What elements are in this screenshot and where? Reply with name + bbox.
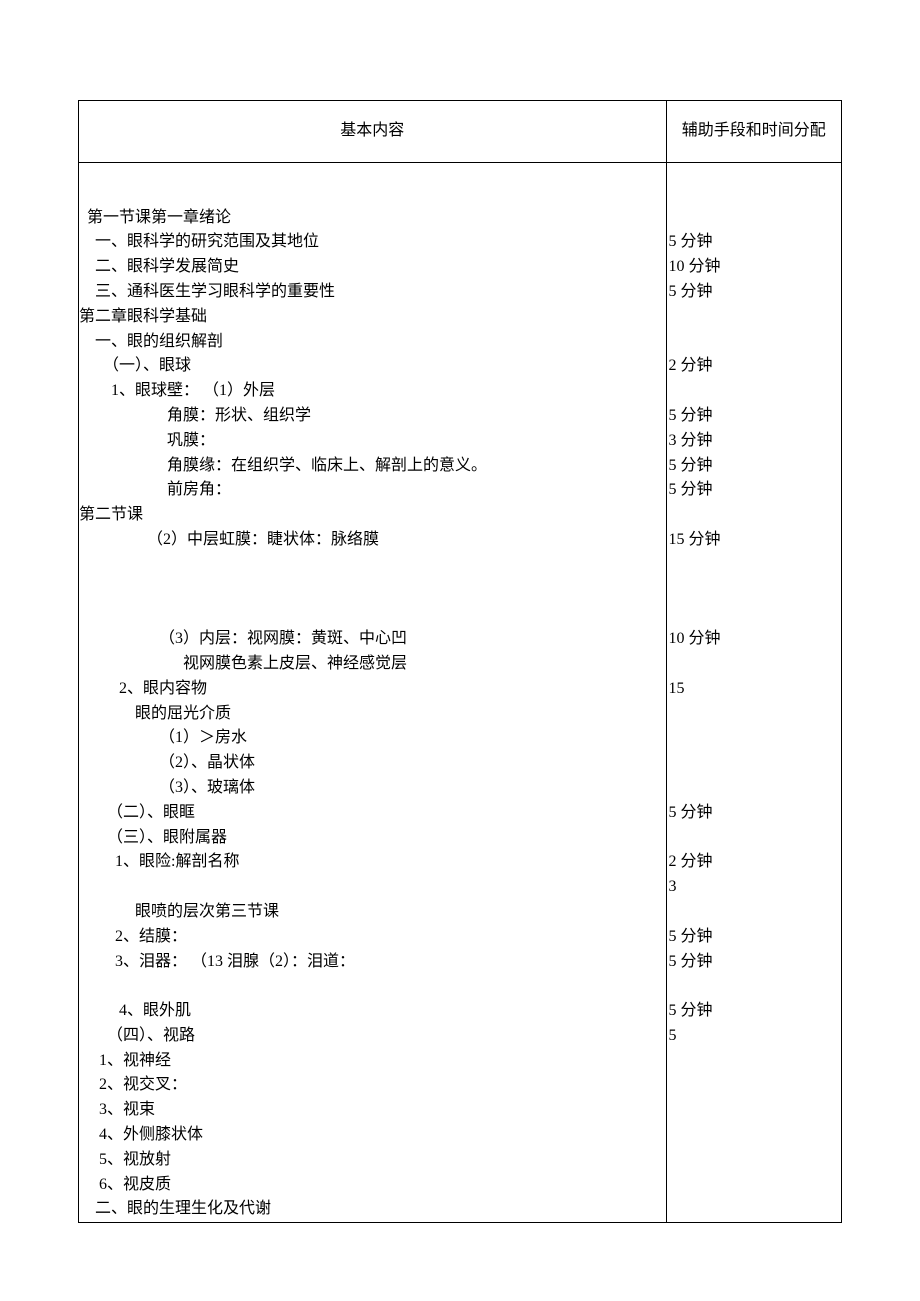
- content-line: 一、眼科学的研究范围及其地位: [79, 230, 666, 255]
- content-line: （一）、眼球: [79, 354, 666, 379]
- content-line: 眼喷的层次第三节课: [79, 900, 666, 925]
- time-line: [669, 503, 842, 528]
- content-line: （二）、眼眶: [79, 801, 666, 826]
- time-line: 5 分钟: [669, 230, 842, 255]
- time-line: [669, 726, 842, 751]
- time-line: [669, 776, 842, 801]
- time-line: [669, 181, 842, 206]
- time-line: [669, 826, 842, 851]
- time-line: [669, 751, 842, 776]
- content-line: 视网膜色素上皮层、神经感觉层: [79, 652, 666, 677]
- content-line: 第二章眼科学基础: [79, 305, 666, 330]
- content-line: 二、眼科学发展简史: [79, 255, 666, 280]
- time-line: [669, 900, 842, 925]
- time-line: [669, 1173, 842, 1198]
- content-line: 3、泪器： （13 泪腺（2）：泪道：: [79, 950, 666, 975]
- time-line: [669, 1098, 842, 1123]
- time-line: 15: [669, 677, 842, 702]
- time-line: 5 分钟: [669, 280, 842, 305]
- time-line: 3: [669, 875, 842, 900]
- content-line: （3）、玻璃体: [79, 776, 666, 801]
- content-line: [79, 181, 666, 206]
- content-line: 角膜：形状、组织学: [79, 404, 666, 429]
- content-line: （2）中层虹膜：睫状体：脉络膜: [79, 528, 666, 553]
- time-line: [669, 379, 842, 404]
- content-line: 2、结膜：: [79, 925, 666, 950]
- time-line: 5 分钟: [669, 478, 842, 503]
- content-line: 前房角：: [79, 478, 666, 503]
- content-line: 1、眼险:解剖名称: [79, 850, 666, 875]
- time-line: [669, 1049, 842, 1074]
- time-line: 5 分钟: [669, 801, 842, 826]
- content-line: 二、眼的生理生化及代谢: [79, 1197, 666, 1222]
- time-line: [669, 553, 842, 578]
- content-line: 2、眼内容物: [79, 677, 666, 702]
- table-header-row: 基本内容 辅助手段和时间分配: [79, 101, 842, 163]
- time-line: 5 分钟: [669, 454, 842, 479]
- time-line: [669, 578, 842, 603]
- content-line: [79, 553, 666, 578]
- time-line: 5: [669, 1024, 842, 1049]
- content-line: 三、通科医生学习眼科学的重要性: [79, 280, 666, 305]
- header-time-allocation: 辅助手段和时间分配: [666, 101, 842, 163]
- time-line: 5 分钟: [669, 925, 842, 950]
- content-line: 3、视束: [79, 1098, 666, 1123]
- time-line: 2 分钟: [669, 850, 842, 875]
- content-line: 眼的屈光介质: [79, 702, 666, 727]
- time-cell: 5 分钟10 分钟5 分钟 2 分钟 5 分钟3 分钟5 分钟5 分钟 15 分…: [666, 162, 842, 1222]
- content-line: 第二节课: [79, 503, 666, 528]
- content-line: [79, 974, 666, 999]
- content-line: 1、眼球壁： （1）外层: [79, 379, 666, 404]
- content-line: （2）、晶状体: [79, 751, 666, 776]
- content-line: 4、外侧膝状体: [79, 1123, 666, 1148]
- content-line: 5、视放射: [79, 1148, 666, 1173]
- content-line: （3）内层：视网膜：黄斑、中心凹: [79, 627, 666, 652]
- time-line: 15 分钟: [669, 528, 842, 553]
- content-line: 角膜缘：在组织学、临床上、解剖上的意义。: [79, 454, 666, 479]
- time-line: [669, 702, 842, 727]
- time-line: [669, 330, 842, 355]
- time-line: [669, 652, 842, 677]
- time-line: 5 分钟: [669, 999, 842, 1024]
- time-line: [669, 1148, 842, 1173]
- time-line: [669, 1073, 842, 1098]
- content-line: [79, 875, 666, 900]
- content-line: 1、视神经: [79, 1049, 666, 1074]
- content-line: [79, 602, 666, 627]
- content-line: 6、视皮质: [79, 1173, 666, 1198]
- time-line: [669, 1123, 842, 1148]
- time-line: 3 分钟: [669, 429, 842, 454]
- content-line: 一、眼的组织解剖: [79, 330, 666, 355]
- time-line: [669, 305, 842, 330]
- content-line: [79, 578, 666, 603]
- outline-table: 基本内容 辅助手段和时间分配 第一节课第一章绪论 一、眼科学的研究范围及其地位 …: [78, 100, 842, 1223]
- time-line: [669, 602, 842, 627]
- content-line: 2、视交叉：: [79, 1073, 666, 1098]
- content-line: 第一节课第一章绪论: [79, 206, 666, 231]
- content-line: （三）、眼附属器: [79, 826, 666, 851]
- table-body-row: 第一节课第一章绪论 一、眼科学的研究范围及其地位 二、眼科学发展简史 三、通科医…: [79, 162, 842, 1222]
- time-line: [669, 1197, 842, 1222]
- time-line: 5 分钟: [669, 950, 842, 975]
- content-line: （1）＞房水: [79, 726, 666, 751]
- time-line: 2 分钟: [669, 354, 842, 379]
- content-line: 巩膜：: [79, 429, 666, 454]
- document-page: 基本内容 辅助手段和时间分配 第一节课第一章绪论 一、眼科学的研究范围及其地位 …: [0, 0, 920, 1283]
- time-line: 10 分钟: [669, 627, 842, 652]
- header-basic-content: 基本内容: [79, 101, 667, 163]
- time-line: [669, 974, 842, 999]
- time-line: [669, 206, 842, 231]
- time-line: 10 分钟: [669, 255, 842, 280]
- content-cell: 第一节课第一章绪论 一、眼科学的研究范围及其地位 二、眼科学发展简史 三、通科医…: [79, 162, 667, 1222]
- content-line: 4、眼外肌: [79, 999, 666, 1024]
- content-line: （四）、视路: [79, 1024, 666, 1049]
- time-line: 5 分钟: [669, 404, 842, 429]
